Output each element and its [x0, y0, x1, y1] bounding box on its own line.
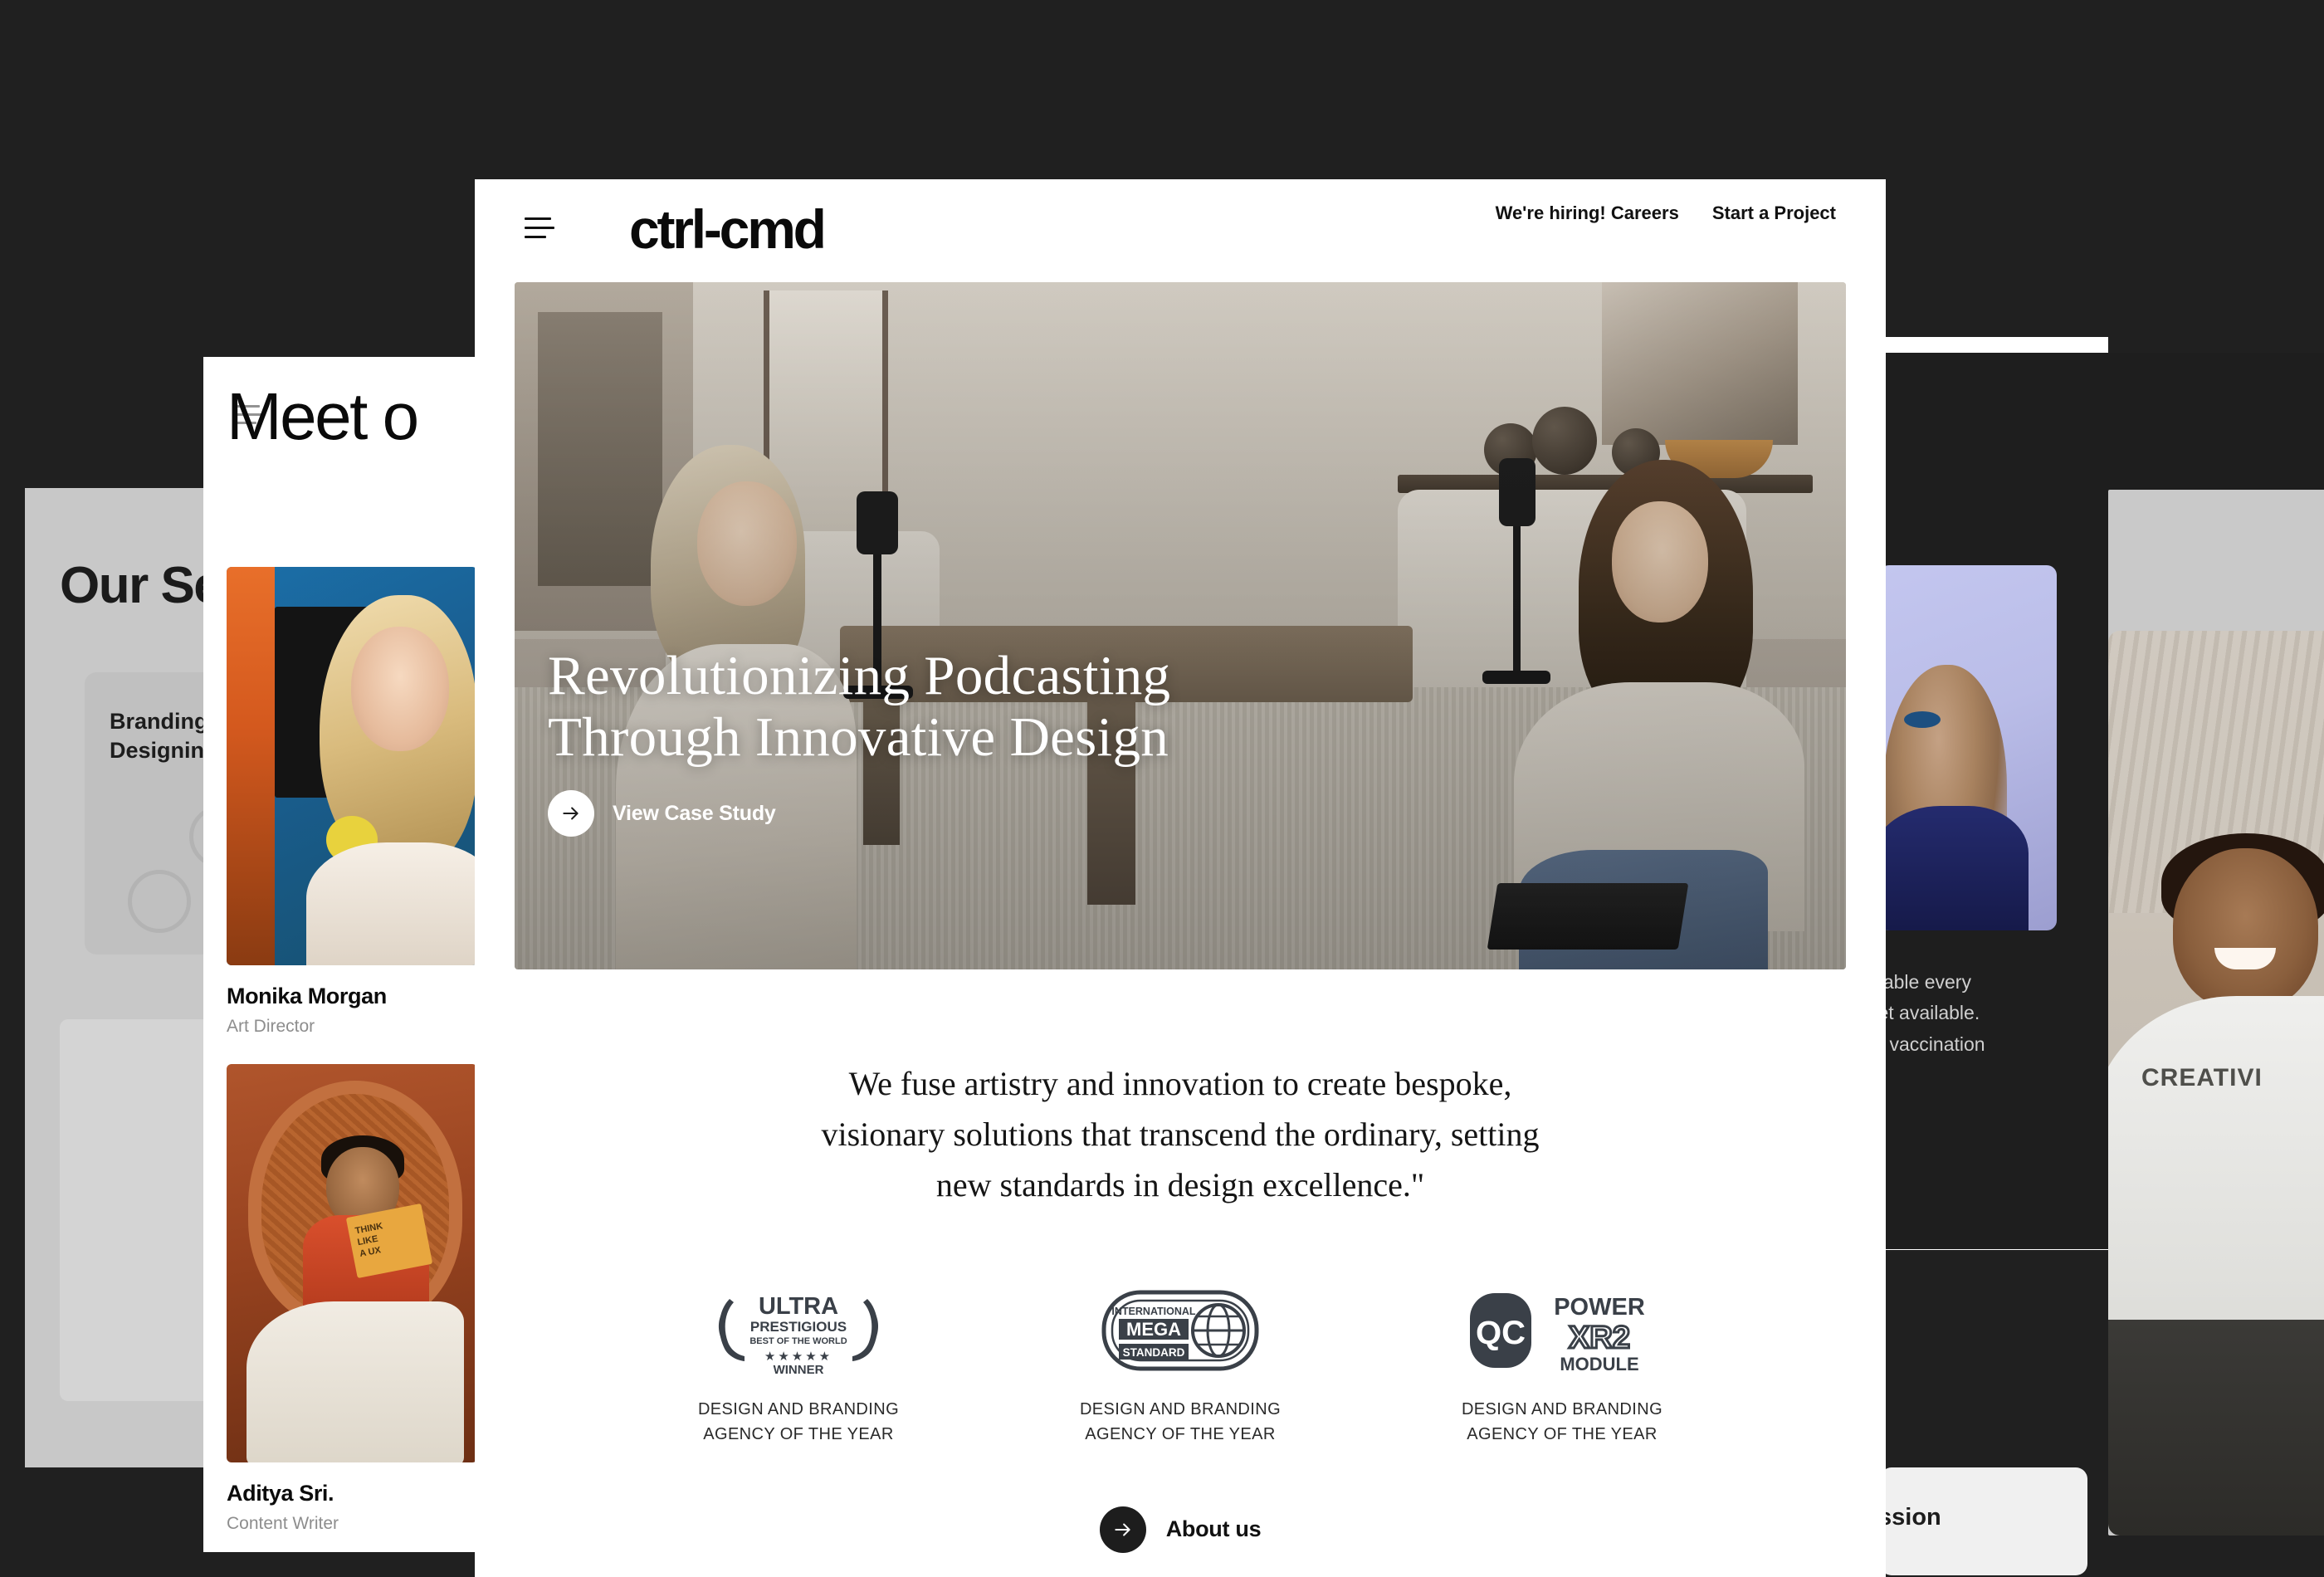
svg-text:ULTRA: ULTRA — [759, 1293, 838, 1320]
arrow-right-icon — [1099, 1506, 1146, 1553]
shirt-text: CREATIVI — [2141, 1064, 2263, 1091]
nav-link-start-project[interactable]: Start a Project — [1712, 203, 1836, 224]
hero-banner[interactable]: Revolutionizing Podcasting Through Innov… — [515, 282, 1846, 969]
view-case-study-label: View Case Study — [613, 801, 776, 825]
screenshot-stage: Our Se Branding & Designing s are availa… — [0, 0, 2324, 1577]
award-item: INTERNATIONAL MEGA STANDARD DESIGN AND B… — [1068, 1282, 1292, 1446]
bottom-right-card: ssion — [1880, 1467, 2087, 1575]
team-member-role: Art Director — [227, 1017, 315, 1036]
hero-photo — [515, 282, 1846, 969]
team-member-card[interactable]: THINK LIKE A UX Aditya Sri. Content Writer — [227, 1064, 477, 1534]
award-caption: DESIGN AND BRANDING AGENCY OF THE YEAR — [1461, 1400, 1663, 1443]
right-portrait-photo-card: CREATIVI — [2108, 631, 2324, 1536]
svg-text:BEST OF THE WORLD: BEST OF THE WORLD — [749, 1336, 847, 1346]
team-member-name: Monika Morgan — [227, 984, 387, 1008]
award-caption: DESIGN AND BRANDING AGENCY OF THE YEAR — [697, 1400, 900, 1443]
svg-text:XR2: XR2 — [1569, 1321, 1630, 1355]
ultra-prestigious-winner-badge-icon: ULTRA PRESTIGIOUS BEST OF THE WORLD ★★★★… — [686, 1282, 911, 1379]
svg-text:MEGA: MEGA — [1126, 1319, 1181, 1340]
svg-text:★★★★★: ★★★★★ — [764, 1350, 832, 1364]
svg-text:MODULE: MODULE — [1560, 1354, 1638, 1374]
hamburger-icon[interactable] — [525, 217, 554, 239]
hero-title: Revolutionizing Podcasting Through Innov… — [548, 645, 1171, 768]
about-us-button[interactable]: About us — [475, 1506, 1886, 1553]
team-member-card[interactable]: Monika Morgan Art Director — [227, 567, 477, 1037]
team-member-role: Content Writer — [227, 1514, 339, 1533]
brand-logo[interactable]: ctrl-cmd — [629, 202, 827, 256]
main-browser-window: ctrl-cmd We're hiring! Careers Start a P… — [475, 179, 1886, 1577]
award-caption: DESIGN AND BRANDING AGENCY OF THE YEAR — [1079, 1400, 1282, 1443]
svg-text:PRESTIGIOUS: PRESTIGIOUS — [750, 1319, 847, 1335]
arrow-right-icon — [548, 790, 594, 837]
award-item: QC POWER XR2 MODULE DESIGN AND BRANDING … — [1450, 1282, 1674, 1446]
site-header: ctrl-cmd We're hiring! Careers Start a P… — [475, 179, 1886, 272]
award-item: ULTRA PRESTIGIOUS BEST OF THE WORLD ★★★★… — [686, 1282, 911, 1446]
nav-link-careers[interactable]: We're hiring! Careers — [1496, 203, 1679, 224]
svg-text:POWER: POWER — [1554, 1294, 1645, 1321]
qc-power-xr2-module-badge-icon: QC POWER XR2 MODULE — [1450, 1282, 1674, 1379]
svg-text:WINNER: WINNER — [774, 1363, 824, 1377]
view-case-study-button[interactable]: View Case Study — [548, 790, 776, 837]
purple-portrait-card — [1879, 565, 2057, 930]
svg-text:STANDARD: STANDARD — [1123, 1346, 1185, 1359]
team-member-name: Aditya Sri. — [227, 1481, 334, 1506]
svg-text:QC: QC — [1476, 1315, 1526, 1351]
team-member-photo: THINK LIKE A UX — [227, 1064, 477, 1462]
bottom-right-card-text: ssion — [1880, 1504, 1941, 1531]
team-member-photo — [227, 567, 477, 965]
about-us-label: About us — [1165, 1516, 1262, 1542]
intro-paragraph: We fuse artistry and innovation to creat… — [821, 1065, 1540, 1204]
awards-row: ULTRA PRESTIGIOUS BEST OF THE WORLD ★★★★… — [686, 1282, 1674, 1446]
main-nav: We're hiring! Careers Start a Project — [1496, 203, 1836, 224]
international-mega-standard-badge-icon: INTERNATIONAL MEGA STANDARD — [1068, 1282, 1292, 1379]
svg-text:INTERNATIONAL: INTERNATIONAL — [1111, 1306, 1196, 1317]
team-panel-title: Meet o — [227, 379, 419, 453]
